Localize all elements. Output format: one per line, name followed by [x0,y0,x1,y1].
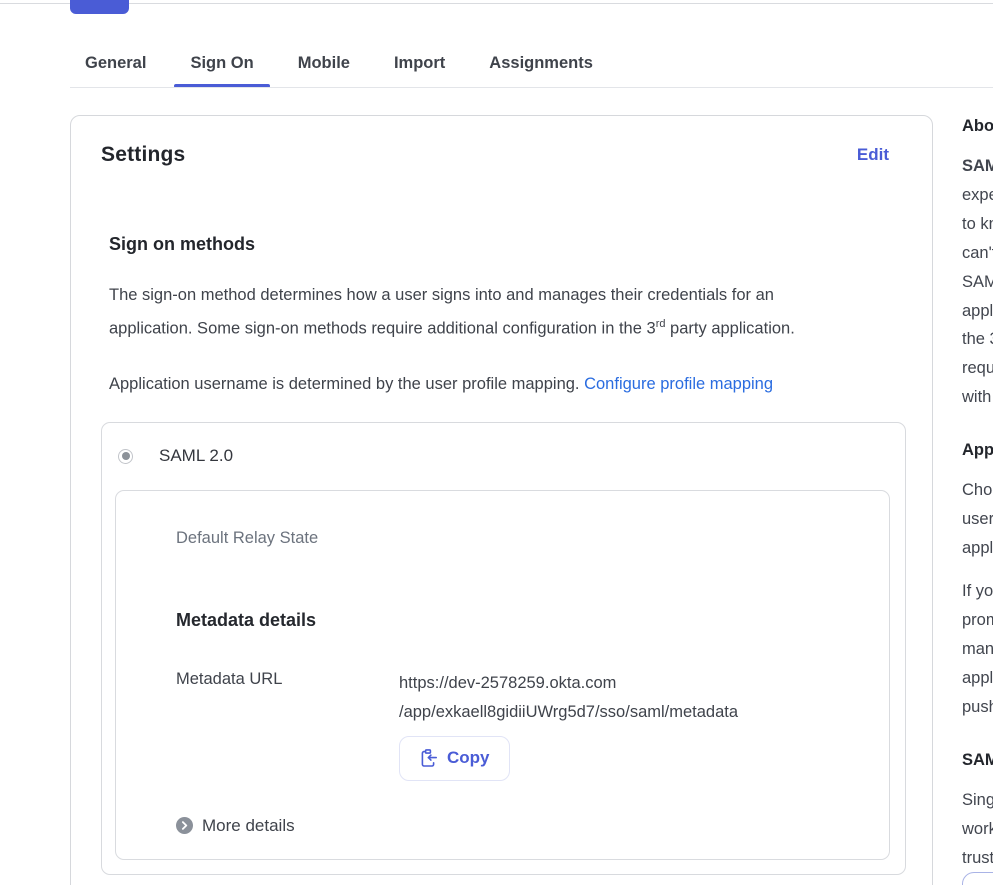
view-saml-setup-instructions-button[interactable]: View SAML setup instructions [962,872,993,885]
chevron-right-circle-icon [176,817,193,834]
default-relay-state-label: Default Relay State [176,529,849,548]
saml-radio-row[interactable]: SAML 2.0 [102,443,905,470]
settings-card: Settings Edit Sign on methods The sign-o… [70,115,933,885]
tab-general-label: General [85,54,146,73]
about-saml-lines: experience by not requiring the userto k… [962,181,993,412]
top-border [0,3,993,4]
about-heading: About [962,117,993,136]
description-line-2: application. Some sign-on methods requir… [109,310,904,344]
settings-title: Settings [101,143,185,167]
metadata-url-line-2: /app/exkaell8gidiiUWrg5d7/sso/saml/metad… [399,698,738,727]
help-sidebar: About SAML 2.0 streamlines the end user … [962,0,993,885]
saml-radio-label: SAML 2.0 [159,446,233,466]
application-username-paragraph-1: Choose a format to use as the defaultuse… [962,476,993,563]
header-active-tab-indicator[interactable] [70,0,129,14]
tab-assignments-label: Assignments [489,54,593,73]
description-line-2-text: application. Some sign-on methods requir… [109,320,656,338]
edit-button[interactable]: Edit [857,145,889,165]
sign-on-methods-section: Sign on methods The sign-on method deter… [109,234,904,399]
username-note: Application username is determined by th… [109,370,904,399]
more-details-label: More details [202,816,295,836]
tab-sign-on[interactable]: Sign On [174,39,269,87]
tab-mobile-label: Mobile [298,54,350,73]
tab-import[interactable]: Import [378,39,461,87]
more-details-toggle[interactable]: More details [176,816,849,836]
clipboard-copy-icon [419,748,438,768]
tab-mobile[interactable]: Mobile [282,39,366,87]
metadata-url-line-1: https://dev-2578259.okta.com [399,669,738,698]
application-username-paragraph-2: If you select None you will beprompted t… [962,577,993,722]
app-tabs: General Sign On Mobile Import Assignment… [69,39,621,87]
description-superscript: rd [656,318,666,330]
description-line-1: The sign-on method determines how a user… [109,281,904,310]
metadata-url-row: Metadata URL https://dev-2578259.okta.co… [176,669,849,781]
sign-on-description: The sign-on method determines how a user… [109,281,904,344]
metadata-url-label: Metadata URL [176,669,399,781]
saml-radio-selected-icon[interactable] [118,449,133,464]
saml-setup-paragraph: Single Sign On using SAML will notwork u… [962,786,993,873]
about-saml-paragraph: SAML 2.0 streamlines the end user experi… [962,152,993,412]
saml-setup-heading: SAML Setup [962,751,993,770]
tabbar-divider [70,87,993,88]
saml-method-box: SAML 2.0 Default Relay State Metadata de… [101,422,906,875]
page: General Sign On Mobile Import Assignment… [0,0,993,885]
tab-general[interactable]: General [69,39,162,87]
sign-on-methods-heading: Sign on methods [109,234,904,255]
configure-profile-mapping-link[interactable]: Configure profile mapping [584,375,773,393]
settings-card-header: Settings Edit [101,143,904,167]
copy-button[interactable]: Copy [399,736,510,781]
saml-bold-lead: SAML 2.0 [962,157,993,175]
application-username-heading: Application Username [962,441,993,460]
about-saml-line-1: SAML 2.0 streamlines the end user [962,152,993,181]
saml-details-box: Default Relay State Metadata details Met… [115,490,890,860]
tab-assignments[interactable]: Assignments [473,39,609,87]
metadata-details-heading: Metadata details [176,610,849,631]
tab-import-label: Import [394,54,445,73]
description-line-2-tail: party application. [665,320,794,338]
copy-button-label: Copy [447,748,490,768]
username-note-text: Application username is determined by th… [109,375,584,393]
tab-sign-on-label: Sign On [190,54,253,73]
metadata-url-value-block: https://dev-2578259.okta.com /app/exkael… [399,669,738,781]
